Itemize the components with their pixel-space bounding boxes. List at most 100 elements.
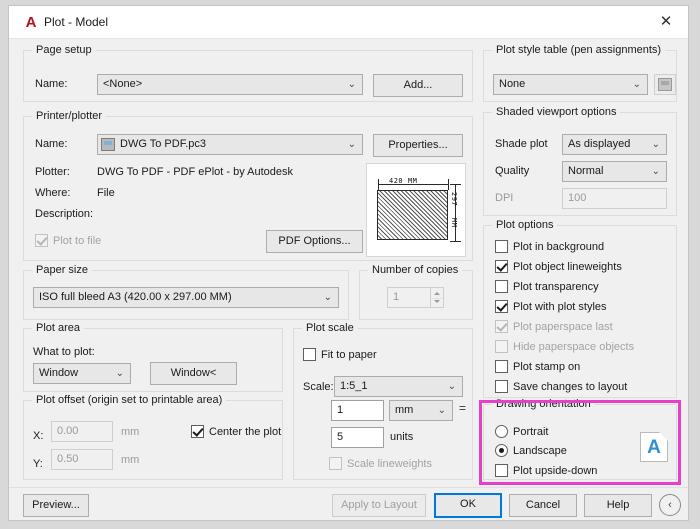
chevron-down-icon: ⌄ xyxy=(347,79,356,90)
plot-to-file-checkbox[interactable]: Plot to file xyxy=(35,234,101,248)
hide-paperspace-objects-checkbox[interactable]: Hide paperspace objects xyxy=(495,340,634,354)
plot-upside-down-checkbox[interactable]: Plot upside-down xyxy=(495,464,597,478)
footer-divider xyxy=(9,487,688,488)
offset-y-unit: mm xyxy=(121,454,140,466)
copies-input[interactable]: 1 xyxy=(387,287,431,308)
scale-lineweights-label: Scale lineweights xyxy=(347,458,432,470)
plot-object-lineweights-label: Plot object lineweights xyxy=(513,261,622,273)
equals-sign: = xyxy=(459,401,467,415)
quality-value: Normal xyxy=(568,165,604,177)
stepper-down-icon[interactable] xyxy=(431,297,443,307)
paper-size-select[interactable]: ISO full bleed A3 (420.00 x 297.00 MM) ⌄ xyxy=(33,287,339,308)
what-to-plot-label: What to plot: xyxy=(33,346,95,358)
scale-label: Scale: xyxy=(303,381,334,393)
chevron-down-icon: ⌄ xyxy=(651,139,660,150)
paper-height-unit: MM xyxy=(450,218,458,228)
scale-numerator-input[interactable]: 1 xyxy=(331,400,384,421)
printer-properties-button[interactable]: Properties... xyxy=(373,134,463,157)
scale-lineweights-checkbox[interactable]: Scale lineweights xyxy=(329,457,432,471)
what-to-plot-select[interactable]: Window ⌄ xyxy=(33,363,131,384)
plot-transparency-label: Plot transparency xyxy=(513,281,599,293)
plot-in-background-checkbox[interactable]: Plot in background xyxy=(495,240,604,254)
help-button[interactable]: Help xyxy=(584,494,652,517)
expand-collapse-button[interactable]: ‹ xyxy=(659,494,681,516)
center-the-plot-checkbox[interactable]: Center the plot xyxy=(191,425,281,439)
preview-button[interactable]: Preview... xyxy=(23,494,89,517)
pen-table-icon[interactable] xyxy=(654,74,676,95)
page-setup-name-select[interactable]: <None> ⌄ xyxy=(97,74,363,95)
orientation-portrait-radio[interactable]: Portrait xyxy=(495,425,548,439)
fit-to-paper-checkbox[interactable]: Fit to paper xyxy=(303,348,377,362)
orientation-landscape-radio[interactable]: Landscape xyxy=(495,444,567,458)
checkbox-box xyxy=(495,360,508,373)
autocad-a-logo-icon: A xyxy=(25,14,37,31)
radio-circle xyxy=(495,425,508,438)
drawing-orientation-legend: Drawing orientation xyxy=(492,398,595,410)
pdf-options-button[interactable]: PDF Options... xyxy=(266,230,363,253)
paper-height-dim: 297 xyxy=(450,192,458,207)
plot-transparency-checkbox[interactable]: Plot transparency xyxy=(495,280,599,294)
pen-table-glyph xyxy=(658,78,672,91)
save-changes-to-layout-checkbox[interactable]: Save changes to layout xyxy=(495,380,627,394)
page-setup-legend: Page setup xyxy=(32,44,96,56)
checkbox-box xyxy=(329,457,342,470)
dialog-titlebar: A Plot - Model ✕ xyxy=(9,6,688,39)
cancel-button[interactable]: Cancel xyxy=(509,494,577,517)
plot-to-file-label: Plot to file xyxy=(53,235,102,247)
plot-style-table-legend: Plot style table (pen assignments) xyxy=(492,44,666,56)
plot-options-legend: Plot options xyxy=(492,219,558,231)
chevron-down-icon: ⌄ xyxy=(115,368,124,379)
offset-x-unit: mm xyxy=(121,426,140,438)
copies-stepper[interactable] xyxy=(431,287,444,308)
scale-select[interactable]: 1:5_1 ⌄ xyxy=(334,376,463,397)
apply-to-layout-button[interactable]: Apply to Layout xyxy=(332,494,426,517)
offset-y-label: Y: xyxy=(33,458,43,470)
dialog-title: Plot - Model xyxy=(44,15,109,29)
plot-style-table-value: None xyxy=(499,78,526,90)
plot-with-plot-styles-checkbox[interactable]: Plot with plot styles xyxy=(495,300,607,314)
plot-area-legend: Plot area xyxy=(32,322,85,334)
page-setup-add-button[interactable]: Add... xyxy=(373,74,463,97)
dpi-input[interactable]: 100 xyxy=(562,188,667,209)
chevron-down-icon: ⌄ xyxy=(323,292,332,303)
paper-size-value: ISO full bleed A3 (420.00 x 297.00 MM) xyxy=(39,291,232,303)
checkbox-box xyxy=(35,234,48,247)
plot-with-plot-styles-label: Plot with plot styles xyxy=(513,301,607,313)
shade-plot-label: Shade plot xyxy=(495,138,548,150)
orientation-landscape-label: Landscape xyxy=(513,445,567,457)
hide-paperspace-objects-label: Hide paperspace objects xyxy=(513,341,635,353)
plot-paperspace-last-checkbox[interactable]: Plot paperspace last xyxy=(495,320,613,334)
where-label: Where: xyxy=(35,187,71,199)
scale-unit-select[interactable]: mm ⌄ xyxy=(389,400,453,421)
printer-name-select[interactable]: DWG To PDF.pc3 ⌄ xyxy=(97,134,363,155)
scale-value: 1:5_1 xyxy=(340,380,368,392)
plot-offset-legend: Plot offset (origin set to printable are… xyxy=(32,394,227,406)
ok-button[interactable]: OK xyxy=(434,493,502,518)
plot-scale-legend: Plot scale xyxy=(302,322,358,334)
width-tick-left xyxy=(378,179,379,190)
checkbox-box xyxy=(191,425,204,438)
checkbox-box xyxy=(495,380,508,393)
chevron-down-icon: ⌄ xyxy=(651,166,660,177)
checkbox-box xyxy=(495,260,508,273)
window-pick-button[interactable]: Window< xyxy=(150,362,237,385)
screen-backdrop: A Plot - Model ✕ Page setup Name: <None>… xyxy=(0,0,700,529)
plot-stamp-on-checkbox[interactable]: Plot stamp on xyxy=(495,360,580,374)
close-icon[interactable]: ✕ xyxy=(644,6,688,38)
plot-object-lineweights-checkbox[interactable]: Plot object lineweights xyxy=(495,260,622,274)
shade-plot-select[interactable]: As displayed ⌄ xyxy=(562,134,667,155)
fit-to-paper-label: Fit to paper xyxy=(321,349,377,361)
quality-select[interactable]: Normal ⌄ xyxy=(562,161,667,182)
what-to-plot-value: Window xyxy=(39,367,79,379)
printer-icon xyxy=(101,138,115,151)
plot-upside-down-label: Plot upside-down xyxy=(513,465,598,477)
quality-label: Quality xyxy=(495,165,530,177)
offset-x-label: X: xyxy=(33,430,44,442)
orientation-a-glyph: A xyxy=(647,437,661,458)
offset-x-input[interactable]: 0.00 xyxy=(51,421,113,442)
scale-denominator-input[interactable]: 5 xyxy=(331,427,384,448)
offset-y-input[interactable]: 0.50 xyxy=(51,449,113,470)
checkbox-box xyxy=(495,240,508,253)
plot-style-table-select[interactable]: None ⌄ xyxy=(493,74,648,95)
chevron-down-icon: ⌄ xyxy=(347,139,356,150)
